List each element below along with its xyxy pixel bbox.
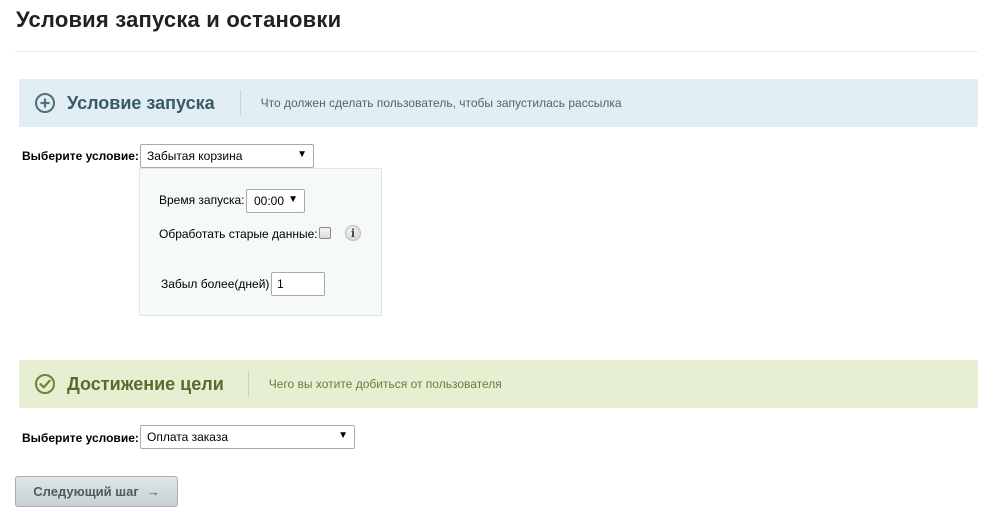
dropdown-arrow-icon: ▼ <box>338 430 348 441</box>
run-time-value: 00:00 <box>254 194 285 208</box>
start-condition-header: Условие запуска Что должен сделать польз… <box>19 79 978 127</box>
band-separator <box>239 90 241 116</box>
band-separator <box>247 371 249 397</box>
goal-condition-title: Достижение цели <box>67 373 224 394</box>
forgot-days-label: Забыл более(дней) <box>161 277 270 291</box>
dropdown-arrow-icon: ▼ <box>288 194 298 205</box>
info-icon[interactable]: i <box>345 225 361 241</box>
forgot-days-input[interactable] <box>271 272 325 296</box>
arrow-right-icon: → <box>146 483 160 499</box>
check-circle-icon <box>34 373 56 395</box>
goal-condition-header: Достижение цели Чего вы хотите добиться … <box>19 360 978 408</box>
goal-condition-select-label: Выберите условие: <box>22 431 139 445</box>
start-condition-settings-panel: Время запуска: 00:00 ▼ Обработать старые… <box>139 168 382 316</box>
title-divider <box>15 51 978 52</box>
process-old-data-checkbox[interactable] <box>319 227 331 239</box>
goal-condition-selected-value: Оплата заказа <box>147 430 229 444</box>
run-time-label: Время запуска: <box>159 193 245 207</box>
process-old-data-label: Обработать старые данные: <box>159 227 318 241</box>
page-title: Условия запуска и остановки <box>16 7 342 32</box>
goal-condition-select[interactable]: Оплата заказа ▼ <box>140 425 355 449</box>
goal-condition-description: Чего вы хотите добиться от пользователя <box>268 377 502 391</box>
start-condition-title: Условие запуска <box>67 92 215 113</box>
start-condition-select[interactable]: Забытая корзина ▼ <box>140 144 314 168</box>
start-condition-description: Что должен сделать пользователь, чтобы з… <box>260 96 622 110</box>
start-condition-select-label: Выберите условие: <box>22 149 139 163</box>
plus-circle-icon <box>34 92 56 114</box>
dropdown-arrow-icon: ▼ <box>297 149 307 160</box>
run-time-select[interactable]: 00:00 ▼ <box>246 189 305 213</box>
next-step-label: Следующий шаг <box>33 483 139 499</box>
start-condition-selected-value: Забытая корзина <box>147 149 243 163</box>
next-step-button[interactable]: Следующий шаг → <box>15 476 178 507</box>
